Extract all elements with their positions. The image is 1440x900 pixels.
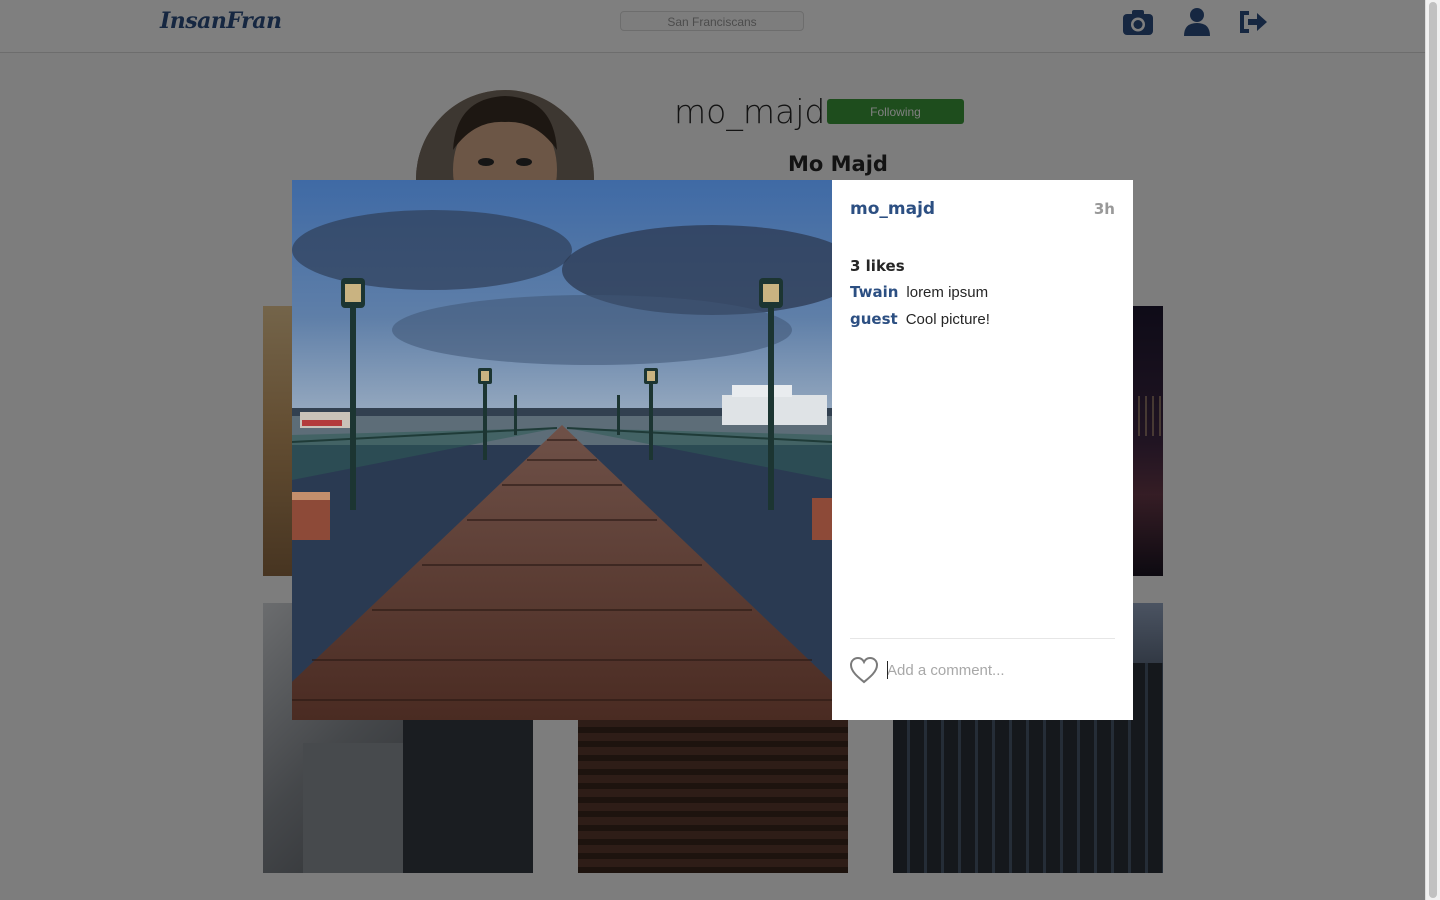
comment-text: Cool picture! [905,311,990,328]
divider [850,638,1115,639]
add-comment-input[interactable] [887,659,1112,681]
like-heart-icon[interactable] [849,656,879,684]
pier-photo [292,180,832,720]
likes-count: 3 likes [850,257,905,275]
comment-item: guest Cool picture! [850,310,990,328]
post-author[interactable]: mo_majd [850,199,935,219]
comment-text: lorem ipsum [906,284,989,301]
modal-photo [292,180,832,720]
comment-author[interactable]: Twain [850,283,898,301]
page-scrollbar[interactable] [1425,0,1440,900]
scrollbar-thumb[interactable] [1429,2,1437,898]
text-cursor [887,661,888,679]
comment-author[interactable]: guest [850,310,898,328]
post-timestamp: 3h [1093,200,1115,218]
comment-item: Twain lorem ipsum [850,283,988,301]
photo-details-panel: mo_majd 3h 3 likes Twain lorem ipsum gues… [832,180,1133,720]
